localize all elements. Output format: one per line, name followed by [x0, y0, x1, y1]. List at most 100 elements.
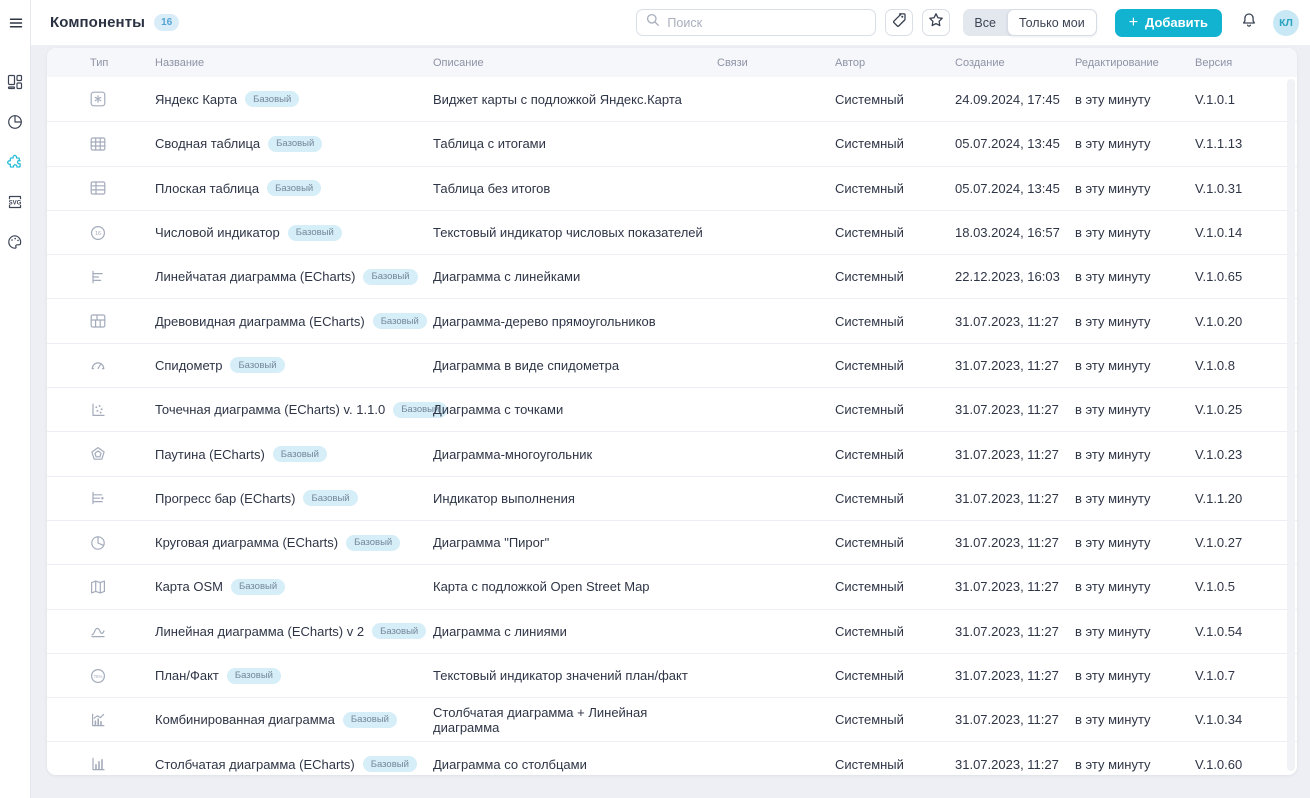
- sidebar-item-svg-editor[interactable]: SVG: [0, 182, 31, 222]
- component-name: Древовидная диаграмма (ECharts): [155, 314, 365, 329]
- component-created: 22.12.2023, 16:03: [955, 269, 1075, 284]
- tags-filter-button[interactable]: [885, 9, 913, 36]
- component-version: V.1.0.27: [1195, 535, 1297, 550]
- component-description: Диаграмма в виде спидометра: [433, 358, 717, 373]
- palette-icon: [7, 234, 23, 250]
- column-header-name: Название: [155, 57, 433, 69]
- sidebar-item-dashboards[interactable]: [0, 62, 31, 102]
- component-created: 31.07.2023, 11:27: [955, 624, 1075, 639]
- sidebar-item-components-puzzle[interactable]: [0, 142, 31, 182]
- sidebar-item-palette[interactable]: [0, 222, 31, 262]
- favorites-filter-button[interactable]: [922, 9, 950, 36]
- component-badge: Базовый: [267, 180, 321, 196]
- table-row[interactable]: Линейчатая диаграмма (ECharts) Базовый Д…: [47, 254, 1297, 298]
- search-input[interactable]: [667, 16, 867, 30]
- column-header-links: Связи: [717, 57, 835, 69]
- table-row[interactable]: 75% План/Факт Базовый Текстовый индикато…: [47, 653, 1297, 697]
- component-author: Системный: [835, 668, 955, 683]
- component-name: Паутина (ECharts): [155, 447, 265, 462]
- number-indicator-icon: 16: [90, 225, 155, 241]
- notifications-button[interactable]: [1236, 10, 1262, 36]
- component-version: V.1.0.1: [1195, 92, 1297, 107]
- star-icon: [928, 12, 944, 33]
- table-row[interactable]: Яндекс Карта Базовый Виджет карты с подл…: [47, 77, 1297, 121]
- component-author: Системный: [835, 535, 955, 550]
- component-created: 24.09.2024, 17:45: [955, 92, 1075, 107]
- component-badge: Базовый: [227, 668, 281, 684]
- svg-text:SVG: SVG: [9, 200, 22, 206]
- filter-option-only-mine[interactable]: Только мои: [1007, 9, 1097, 36]
- horizontal-bar-chart-icon: [90, 269, 155, 285]
- component-author: Системный: [835, 269, 955, 284]
- table-row[interactable]: Комбинированная диаграмма Базовый Столбч…: [47, 697, 1297, 741]
- table-row[interactable]: Столбчатая диаграмма (ECharts) Базовый Д…: [47, 741, 1297, 775]
- sidebar-item-pie-chart-nav[interactable]: [0, 102, 31, 142]
- component-created: 31.07.2023, 11:27: [955, 402, 1075, 417]
- component-created: 31.07.2023, 11:27: [955, 358, 1075, 373]
- component-edited: в эту минуту: [1075, 491, 1195, 506]
- table-row[interactable]: Сводная таблица Базовый Таблица с итогам…: [47, 121, 1297, 165]
- asterisk-widget-icon: [90, 91, 155, 107]
- component-name: Линейная диаграмма (ECharts) v 2: [155, 624, 364, 639]
- component-version: V.1.0.34: [1195, 712, 1297, 727]
- component-edited: в эту минуту: [1075, 225, 1195, 240]
- component-badge: Базовый: [245, 91, 299, 107]
- table-row[interactable]: Плоская таблица Базовый Таблица без итог…: [47, 166, 1297, 210]
- table-row[interactable]: Точечная диаграмма (ECharts) v. 1.1.0 Ба…: [47, 387, 1297, 431]
- treemap-icon: [90, 313, 155, 329]
- table-row[interactable]: Древовидная диаграмма (ECharts) Базовый …: [47, 298, 1297, 342]
- table-row[interactable]: Круговая диаграмма (ECharts) Базовый Диа…: [47, 520, 1297, 564]
- pivot-table-icon: [90, 136, 155, 152]
- component-edited: в эту минуту: [1075, 314, 1195, 329]
- menu-toggle-button[interactable]: [0, 0, 31, 45]
- svg-text:16: 16: [95, 231, 101, 237]
- component-name: Столбчатая диаграмма (ECharts): [155, 757, 355, 772]
- component-author: Системный: [835, 712, 955, 727]
- component-author: Системный: [835, 447, 955, 462]
- component-created: 31.07.2023, 11:27: [955, 579, 1075, 594]
- component-badge: Базовый: [346, 535, 400, 551]
- component-created: 31.07.2023, 11:27: [955, 535, 1075, 550]
- table-scrollbar[interactable]: [1287, 79, 1295, 771]
- component-version: V.1.0.54: [1195, 624, 1297, 639]
- component-version: V.1.0.60: [1195, 757, 1297, 772]
- map-icon: [90, 579, 155, 595]
- page-title: Компоненты: [50, 14, 145, 31]
- filter-option-all[interactable]: Все: [963, 9, 1007, 36]
- component-name: Карта OSM: [155, 579, 223, 594]
- table-row[interactable]: Линейная диаграмма (ECharts) v 2 Базовый…: [47, 609, 1297, 653]
- component-created: 05.07.2024, 13:45: [955, 181, 1075, 196]
- component-edited: в эту минуту: [1075, 447, 1195, 462]
- user-avatar[interactable]: КЛ: [1273, 10, 1299, 36]
- component-badge: Базовый: [372, 623, 426, 639]
- component-author: Системный: [835, 579, 955, 594]
- component-version: V.1.0.65: [1195, 269, 1297, 284]
- component-created: 31.07.2023, 11:27: [955, 668, 1075, 683]
- component-edited: в эту минуту: [1075, 668, 1195, 683]
- component-edited: в эту минуту: [1075, 535, 1195, 550]
- column-header-created: Создание: [955, 57, 1075, 69]
- table-row[interactable]: Прогресс бар (ECharts) Базовый Индикатор…: [47, 476, 1297, 520]
- component-name: Сводная таблица: [155, 136, 260, 151]
- table-row[interactable]: 16 Числовой индикатор Базовый Текстовый …: [47, 210, 1297, 254]
- component-description: Индикатор выполнения: [433, 491, 717, 506]
- pie-chart-nav-icon: [7, 114, 23, 130]
- component-name: Круговая диаграмма (ECharts): [155, 535, 338, 550]
- table-row[interactable]: Спидометр Базовый Диаграмма в виде спидо…: [47, 343, 1297, 387]
- scatter-chart-icon: [90, 402, 155, 418]
- component-badge: Базовый: [363, 756, 417, 772]
- bell-icon: [1241, 12, 1257, 33]
- component-edited: в эту минуту: [1075, 757, 1195, 772]
- component-name: Спидометр: [155, 358, 222, 373]
- component-edited: в эту минуту: [1075, 181, 1195, 196]
- add-component-button[interactable]: + Добавить: [1115, 9, 1222, 37]
- component-name: Яндекс Карта: [155, 92, 237, 107]
- table-row[interactable]: Карта OSM Базовый Карта с подложкой Open…: [47, 564, 1297, 608]
- component-badge: Базовый: [231, 579, 285, 595]
- search-box[interactable]: [636, 9, 876, 36]
- left-sidebar: SVG: [0, 0, 31, 798]
- component-author: Системный: [835, 314, 955, 329]
- component-edited: в эту минуту: [1075, 624, 1195, 639]
- table-row[interactable]: Паутина (ECharts) Базовый Диаграмма-мног…: [47, 431, 1297, 475]
- component-description: Столбчатая диаграмма + Линейная диаграмм…: [433, 705, 717, 735]
